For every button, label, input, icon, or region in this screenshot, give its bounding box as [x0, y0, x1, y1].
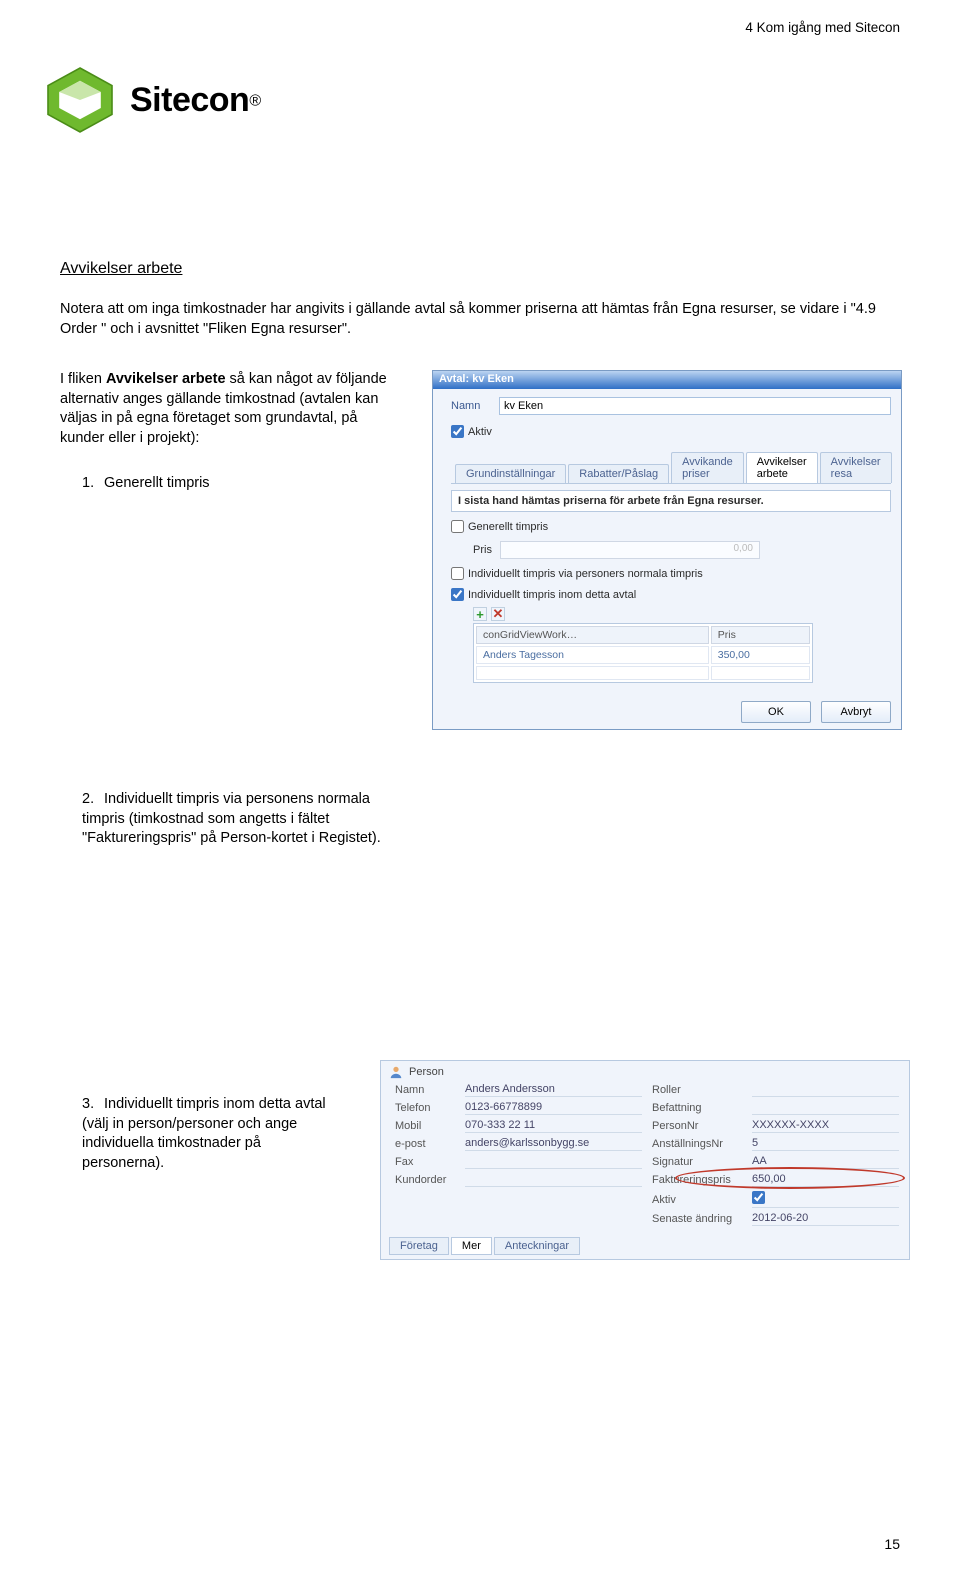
tab-avvikelser-resa[interactable]: Avvikelser resa: [820, 452, 892, 483]
person-personnr-value: XXXXXX-XXXX: [752, 1119, 899, 1133]
person-name-value: Anders Andersson: [465, 1083, 642, 1097]
grid-col-name: conGridViewWork…: [476, 626, 709, 644]
intro-paragraph: Notera att om inga timkostnader har angi…: [60, 300, 880, 339]
description-paragraph: I fliken Avvikelser arbete så kan något …: [60, 370, 400, 448]
person-tabstrip: Företag Mer Anteckningar: [389, 1237, 582, 1255]
grid-delete-icon[interactable]: ✕: [491, 607, 505, 621]
person-epost-value: anders@karlssonbygg.se: [465, 1137, 642, 1151]
avtal-name-input[interactable]: [499, 397, 891, 415]
person-aktiv-checkbox[interactable]: [752, 1191, 765, 1204]
cancel-button[interactable]: Avbryt: [821, 701, 891, 723]
individuellt-avtal-checkbox[interactable]: [451, 588, 464, 601]
tab-avvikelser-arbete[interactable]: Avvikelser arbete: [746, 452, 818, 483]
individuellt-normala-label: Individuellt timpris via personers norma…: [468, 568, 703, 580]
individuellt-avtal-label: Individuellt timpris inom detta avtal: [468, 589, 636, 601]
person-icon: [389, 1065, 403, 1079]
section-title: Avvikelser arbete: [60, 260, 182, 278]
person-befattning-value: [752, 1101, 899, 1115]
list-item-1: 1.Generellt timpris: [82, 475, 210, 491]
person-signatur-value: AA: [752, 1155, 899, 1169]
timpris-grid[interactable]: conGridViewWork… Pris Anders Tagesson 35…: [473, 623, 813, 683]
avtal-panel: Avtal: kv Eken Namn Aktiv Grundinställni…: [432, 370, 902, 730]
person-kundorder-value: [465, 1173, 642, 1187]
grid-col-pris: Pris: [711, 626, 810, 644]
tab-grundinstallningar[interactable]: Grundinställningar: [455, 464, 566, 483]
list-item-3: 3. Individuellt timpris inom detta avtal…: [82, 1095, 342, 1173]
table-row[interactable]: [476, 666, 810, 680]
person-anstallning-value: 5: [752, 1137, 899, 1151]
person-panel: Person NamnAnders Andersson Telefon0123-…: [380, 1060, 910, 1260]
tab-rabatter[interactable]: Rabatter/Påslag: [568, 464, 669, 483]
list-item-2: 2. Individuellt timpris via personens no…: [82, 790, 402, 849]
generellt-timpris-checkbox[interactable]: [451, 520, 464, 533]
logo-icon: [40, 60, 120, 140]
person-telefon-value: 0123-66778899: [465, 1101, 642, 1115]
person-faktureringspris-value: 650,00: [752, 1173, 899, 1187]
ok-button[interactable]: OK: [741, 701, 811, 723]
person-fax-value: [465, 1155, 642, 1169]
person-tab-mer[interactable]: Mer: [451, 1237, 492, 1255]
person-roller-value: [752, 1083, 899, 1097]
avtal-info-banner: I sista hand hämtas priserna för arbete …: [451, 490, 891, 512]
tab-avvikande-priser[interactable]: Avvikande priser: [671, 452, 744, 483]
individuellt-normala-checkbox[interactable]: [451, 567, 464, 580]
person-tab-foretag[interactable]: Företag: [389, 1237, 449, 1255]
person-title-text: Person: [409, 1066, 444, 1078]
generellt-timpris-label: Generellt timpris: [468, 521, 548, 533]
avtal-tabstrip: Grundinställningar Rabatter/Påslag Avvik…: [451, 452, 891, 484]
page-number: 15: [884, 1536, 900, 1552]
person-mobil-value: 070-333 22 11: [465, 1119, 642, 1133]
table-row[interactable]: Anders Tagesson 350,00: [476, 646, 810, 664]
person-tab-anteckningar[interactable]: Anteckningar: [494, 1237, 580, 1255]
pris-label: Pris: [473, 544, 492, 556]
brand-logo: Sitecon®: [40, 60, 261, 140]
person-right-column: Roller Befattning PersonNrXXXXXX-XXXX An…: [652, 1083, 899, 1230]
person-aktiv-value: [752, 1191, 899, 1208]
person-left-column: NamnAnders Andersson Telefon0123-6677889…: [395, 1083, 642, 1230]
aktiv-label: Aktiv: [468, 426, 492, 438]
pris-input[interactable]: 0,00: [500, 541, 760, 559]
header-breadcrumb: 4 Kom igång med Sitecon: [745, 20, 900, 35]
registered-mark: ®: [249, 92, 261, 109]
aktiv-checkbox[interactable]: [451, 425, 464, 438]
avtal-name-label: Namn: [451, 400, 499, 412]
person-senaste-value: 2012-06-20: [752, 1212, 899, 1226]
avtal-titlebar: Avtal: kv Eken: [433, 371, 901, 389]
grid-add-icon[interactable]: +: [473, 607, 487, 621]
logo-text: Sitecon®: [130, 81, 261, 120]
